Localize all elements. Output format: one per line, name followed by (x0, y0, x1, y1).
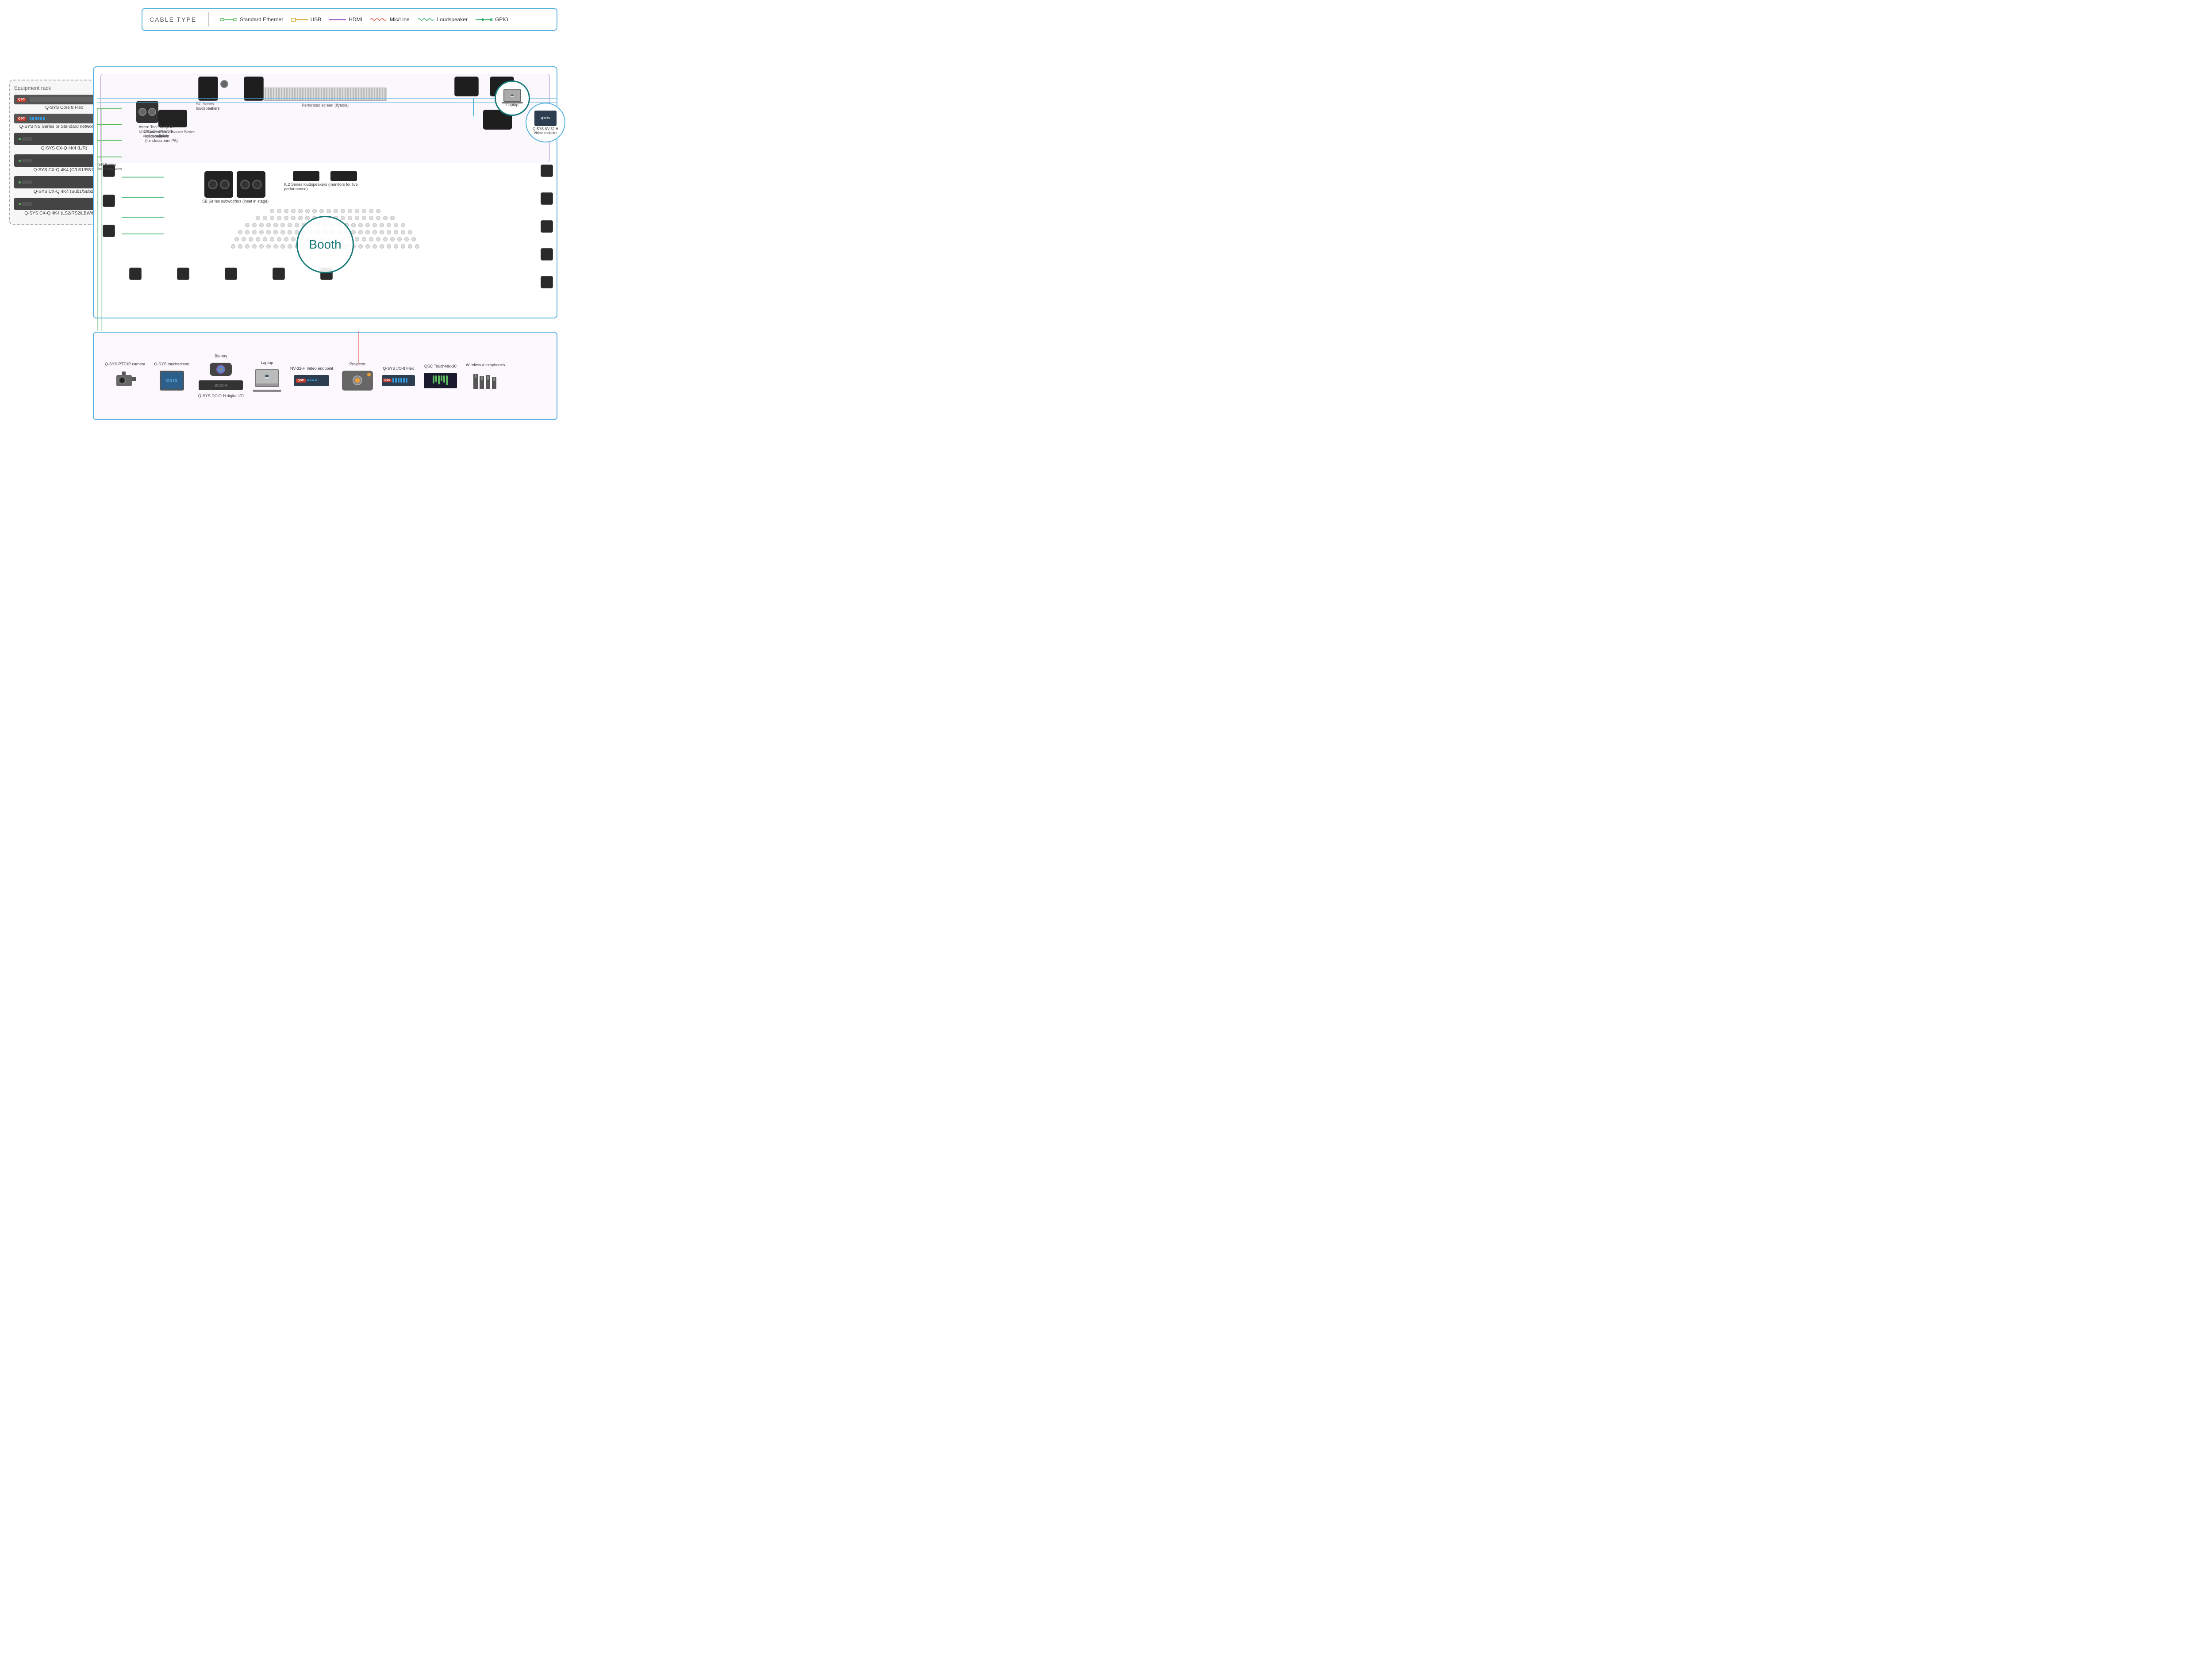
front-spk-1 (129, 268, 142, 280)
front-spk-4 (273, 268, 285, 280)
wireless-mics-label: Wireless microphones (466, 363, 505, 367)
k2-monitor-1 (293, 171, 319, 181)
booth-circle: Booth (296, 216, 354, 273)
attero-device: Attero Tech by QSC unDX2IO+ network audi… (136, 101, 176, 138)
right-wall-spk-2 (541, 192, 553, 205)
sc-speaker-left (198, 77, 218, 101)
k2-monitor-2 (330, 171, 357, 181)
sc-speakers-label: SC Seriesloudspeakers (196, 102, 220, 111)
nv-endpoint-label: Q-SYS NV-32-H Video endpoint (530, 127, 561, 135)
perforated-screen-label: Perforated screen (flyable) (302, 103, 349, 107)
legend-item-hdmi: HDMI (329, 16, 362, 23)
sr-speakers-label: SR Seriesloudspeakers (98, 162, 122, 171)
k2-monitors (293, 171, 357, 181)
booth-laptop-label: Laptop (261, 360, 273, 365)
wireless-mics-device: Wireless microphones (466, 363, 505, 389)
projector-label: Projector (349, 362, 365, 366)
laptop-circle: 💻 Laptop (495, 80, 530, 116)
qsys-io8-device: Q-SYS I/O-8 Flex QSC (382, 366, 415, 386)
touchscreen-device: Q-SYS touchscreen Q·SYS (154, 362, 189, 391)
touchmix30-device: QSC TouchMix-30 (424, 364, 457, 388)
sb-subwoofers (204, 171, 265, 198)
laptop-device-icon: 💻 (503, 89, 521, 102)
front-speakers-row (129, 268, 333, 280)
qsys-io8-label: Q-SYS I/O-8 Flex (383, 366, 414, 371)
projector-device: Projector (342, 362, 373, 391)
perforated-screen (263, 88, 387, 101)
booth-laptop-device: Laptop 💻 (253, 360, 281, 392)
ethernet-label: Standard Ethernet (240, 16, 283, 23)
usb-cable-icon (291, 16, 308, 23)
touchmix30-label: QSC TouchMix-30 (424, 364, 457, 368)
micline-cable-icon (370, 16, 387, 23)
booth-label: Booth (309, 238, 341, 252)
bluray-dcio-device: Blu-ray DCIO-H Q-SYS DCIO-H digital I/O (198, 354, 244, 398)
bluray-label: Blu-ray (215, 354, 227, 358)
legend-item-loudspeaker: Loudspeaker (418, 16, 468, 23)
right-wall-spk-4 (541, 248, 553, 261)
sc-speaker-right (244, 77, 264, 101)
booth-nv32h-device: NV-32-H Video endpoint QSC (290, 366, 333, 386)
booth-nv32h-label: NV-32-H Video endpoint (290, 366, 333, 371)
gpio-cable-icon (476, 16, 492, 23)
front-spk-2 (177, 268, 189, 280)
nv-endpoint-circle: Q·SYS Q-SYS NV-32-H Video endpoint (526, 103, 565, 142)
sr-speakers (103, 165, 115, 237)
ptz-camera-label: Q-SYS PTZ-IP camera (105, 362, 145, 366)
ptz-camera-device: Q-SYS PTZ-IP camera (105, 362, 145, 391)
camera-device (220, 80, 228, 88)
stage-area: Perforated screen (flyable) SC Serieslou… (100, 74, 550, 162)
right-wall-speakers (541, 165, 553, 288)
right-wall-spk-1 (541, 165, 553, 177)
legend-item-ethernet: Standard Ethernet (220, 16, 283, 23)
sr-speaker-3 (103, 225, 115, 237)
touchscreen-label: Q-SYS touchscreen (154, 362, 189, 366)
ethernet-cable-icon (220, 16, 237, 23)
legend-item-micline: Mic/Line (370, 16, 410, 23)
k2-monitors-label: K.2 Series loudspeakers (monitors for li… (284, 182, 373, 191)
gpio-label: GPIO (495, 16, 508, 23)
legend-divider (208, 12, 209, 27)
micline-label: Mic/Line (390, 16, 410, 23)
legend-title: CABLE TYPE (150, 16, 196, 23)
venue-outer: Perforated screen (flyable) SC Serieslou… (93, 66, 557, 318)
sr-speaker-2 (103, 195, 115, 207)
right-wall-spk-5 (541, 276, 553, 288)
dcio-device: DCIO-H (199, 380, 243, 390)
front-spk-3 (225, 268, 237, 280)
usb-label: USB (311, 16, 322, 23)
legend-item-usb: USB (291, 16, 322, 23)
stage-spk-r1 (454, 77, 479, 96)
attero-label: Attero Tech by QSC unDX2IO+ network audi… (136, 125, 176, 138)
right-wall-spk-3 (541, 220, 553, 233)
cable-type-legend: CABLE TYPE Standard Ethernet USB HDMI Mi… (142, 8, 557, 31)
main-diagram: Equipment rack QSC Q-SYS Core 8 Flex QSC (4, 35, 562, 420)
hdmi-cable-icon (329, 16, 346, 23)
legend-item-gpio: GPIO (476, 16, 508, 23)
booth-equipment-area: Q-SYS PTZ-IP camera Q-SYS touchscreen Q·… (93, 332, 557, 420)
loudspeaker-label: Loudspeaker (437, 16, 468, 23)
loudspeaker-cable-icon (418, 16, 434, 23)
dcio-label: Q-SYS DCIO-H digital I/O (198, 394, 244, 398)
hdmi-label: HDMI (349, 16, 362, 23)
sb-subs-label: SB Series subwoofers (inset in stage) (202, 199, 269, 203)
sc-speakers-group (198, 77, 264, 101)
